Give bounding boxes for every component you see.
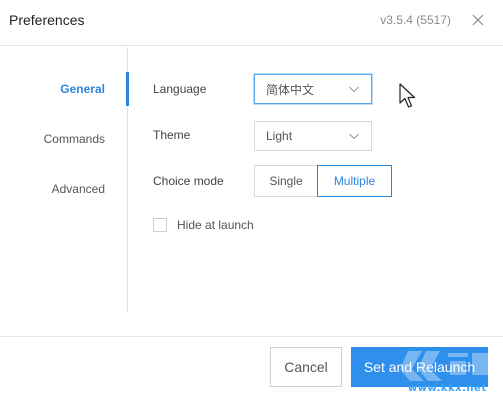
choice-mode-label: Choice mode	[153, 174, 224, 188]
choice-mode-multiple-button[interactable]: Multiple	[317, 165, 392, 197]
choice-mode-toggle: Single Multiple	[254, 165, 392, 197]
choice-mode-single-button[interactable]: Single	[254, 165, 317, 197]
sidebar-item-commands[interactable]: Commands	[44, 132, 105, 146]
watermark-text: www.kkx.net	[408, 383, 487, 394]
theme-label: Theme	[153, 128, 191, 142]
theme-select[interactable]: Light	[254, 121, 372, 151]
window-title: Preferences	[9, 12, 85, 28]
set-and-relaunch-button[interactable]: Set and Relaunch	[351, 347, 488, 387]
theme-value: Light	[266, 129, 293, 143]
hide-at-launch-row[interactable]: Hide at launch	[153, 218, 254, 232]
language-label: Language	[153, 82, 207, 96]
sidebar-item-advanced[interactable]: Advanced	[52, 182, 105, 196]
cancel-button[interactable]: Cancel	[270, 347, 342, 387]
active-tab-indicator	[126, 72, 129, 106]
close-icon	[472, 14, 484, 26]
hide-at-launch-label: Hide at launch	[177, 218, 254, 232]
language-select[interactable]: 简体中文	[254, 74, 372, 104]
hide-at-launch-checkbox[interactable]	[153, 218, 167, 232]
version-label: v3.5.4 (5517)	[380, 13, 451, 27]
title-bar: Preferences v3.5.4 (5517)	[0, 0, 503, 46]
chevron-down-icon	[349, 133, 359, 140]
mouse-pointer-icon	[399, 83, 416, 108]
close-button[interactable]	[467, 9, 489, 31]
sidebar-item-general[interactable]: General	[60, 82, 105, 96]
language-value: 简体中文	[266, 82, 315, 97]
sidebar: General Commands Advanced	[0, 47, 128, 313]
chevron-down-icon	[349, 86, 359, 93]
